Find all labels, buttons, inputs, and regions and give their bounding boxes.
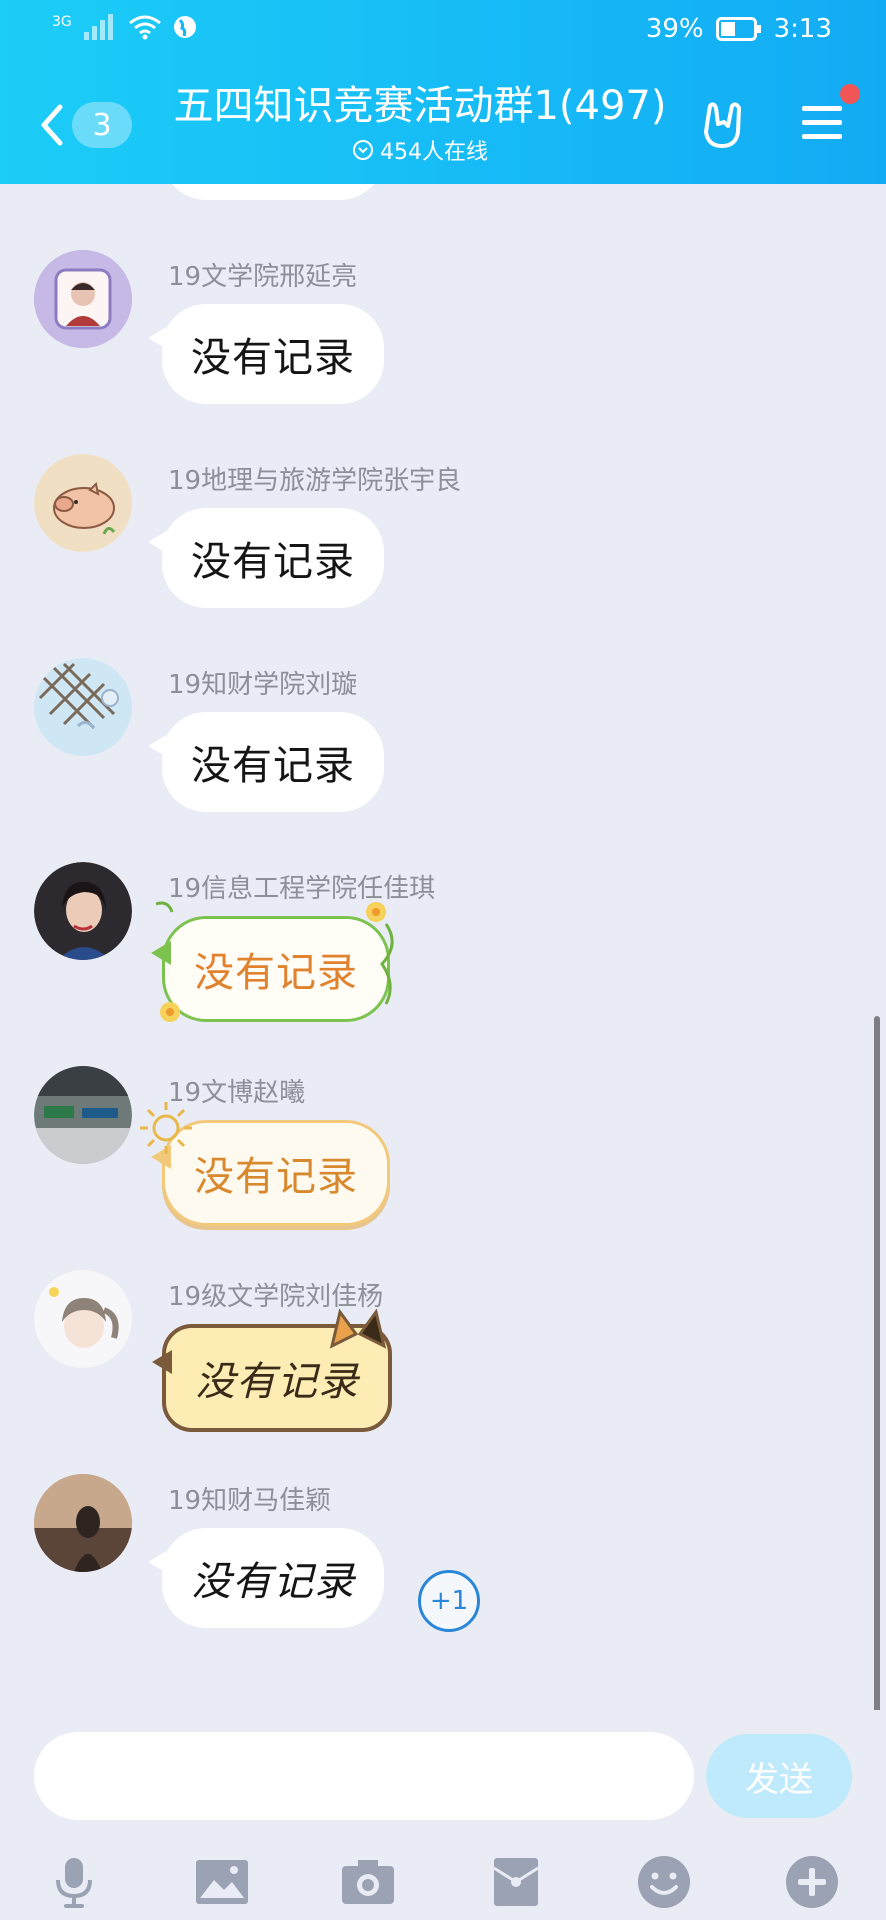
status-bar: 3G 39% 3:13 xyxy=(0,0,886,62)
message-bubble[interactable]: 没有记录 xyxy=(148,508,384,608)
title-block[interactable]: 五四知识竞赛活动群1(497) 454人在线 xyxy=(150,82,690,166)
plus-icon[interactable] xyxy=(784,1854,840,1910)
network-type: 3G xyxy=(52,14,72,30)
red-packet-icon[interactable] xyxy=(488,1854,544,1910)
avatar[interactable] xyxy=(34,1066,132,1164)
sender-name: 19知财马佳颖 xyxy=(168,1486,332,1516)
chevron-left-icon xyxy=(41,104,63,146)
message-bubble[interactable]: 没有记录 xyxy=(148,1528,384,1628)
clock: 3:13 xyxy=(773,14,832,44)
plus-one-reaction-button[interactable]: +1 xyxy=(418,1570,480,1632)
message-bubble[interactable]: 没有记录 xyxy=(148,712,384,812)
sender-name: 19地理与旅游学院张宇良 xyxy=(168,466,462,496)
nav-bar: 3 五四知识竞赛活动群1(497) 454人在线 xyxy=(0,62,886,184)
online-count: 454人在线 xyxy=(380,140,488,165)
sun-decoration-icon xyxy=(140,1102,192,1154)
message-item: 19地理与旅游学院张宇良 没有记录 xyxy=(0,454,886,658)
avatar[interactable] xyxy=(34,250,132,348)
menu-icon[interactable] xyxy=(798,98,846,146)
avatar[interactable] xyxy=(34,658,132,756)
online-chevron-icon xyxy=(353,140,373,160)
chat-screen: 没有记录 19文学院邢延亮 没有记录 xyxy=(0,0,886,1920)
message-item: 19文学院邢延亮 没有记录 xyxy=(0,250,886,454)
input-toolbar xyxy=(0,1840,886,1920)
message-item: 19级文学院刘佳杨 没有记录 xyxy=(0,1270,886,1474)
avatar[interactable] xyxy=(34,1474,132,1572)
sender-name: 19知财学院刘璇 xyxy=(168,670,358,700)
avatar[interactable] xyxy=(34,454,132,552)
message-bubble[interactable]: 没有记录 xyxy=(151,1120,390,1226)
message-item: 19知财学院刘璇 没有记录 xyxy=(0,658,886,862)
message-item: 19知财马佳颖 没有记录 +1 xyxy=(0,1474,886,1678)
signal-icon xyxy=(83,14,113,40)
chat-message-list[interactable]: 没有记录 19文学院邢延亮 没有记录 xyxy=(0,48,886,1856)
message-input[interactable] xyxy=(34,1732,694,1820)
online-status: 454人在线 xyxy=(150,134,690,166)
notification-dot xyxy=(840,84,860,104)
header: 3G 39% 3:13 3 五四知识竞赛活动群1(497) 454人在线 xyxy=(0,0,886,184)
message-item: 19信息工程学院任佳琪 没有记录 xyxy=(0,862,886,1066)
unread-count-badge: 3 xyxy=(72,102,132,148)
camera-icon[interactable] xyxy=(340,1854,396,1910)
cat-ears-icon xyxy=(329,1308,387,1349)
image-icon[interactable] xyxy=(194,1854,250,1910)
microphone-icon[interactable] xyxy=(46,1854,102,1910)
globe-icon xyxy=(173,16,196,38)
back-button[interactable]: 3 xyxy=(38,98,138,152)
avatar[interactable] xyxy=(34,1270,132,1368)
send-button[interactable]: 发送 xyxy=(706,1734,852,1818)
wifi-icon xyxy=(128,15,161,40)
battery-percent: 39% xyxy=(645,14,704,44)
battery-icon xyxy=(715,17,761,41)
avatar[interactable] xyxy=(34,862,132,960)
rock-hand-icon[interactable] xyxy=(696,96,752,152)
message-item: 19文博赵曦 没有记录 xyxy=(0,1066,886,1270)
emoji-icon[interactable] xyxy=(636,1854,692,1910)
sender-name: 19文学院邢延亮 xyxy=(168,262,358,292)
group-title: 五四知识竞赛活动群1(497) xyxy=(173,83,667,129)
message-bubble[interactable]: 没有记录 xyxy=(148,304,384,404)
input-bar: 发送 xyxy=(0,1710,886,1920)
flower-decoration-icon xyxy=(155,901,394,1022)
